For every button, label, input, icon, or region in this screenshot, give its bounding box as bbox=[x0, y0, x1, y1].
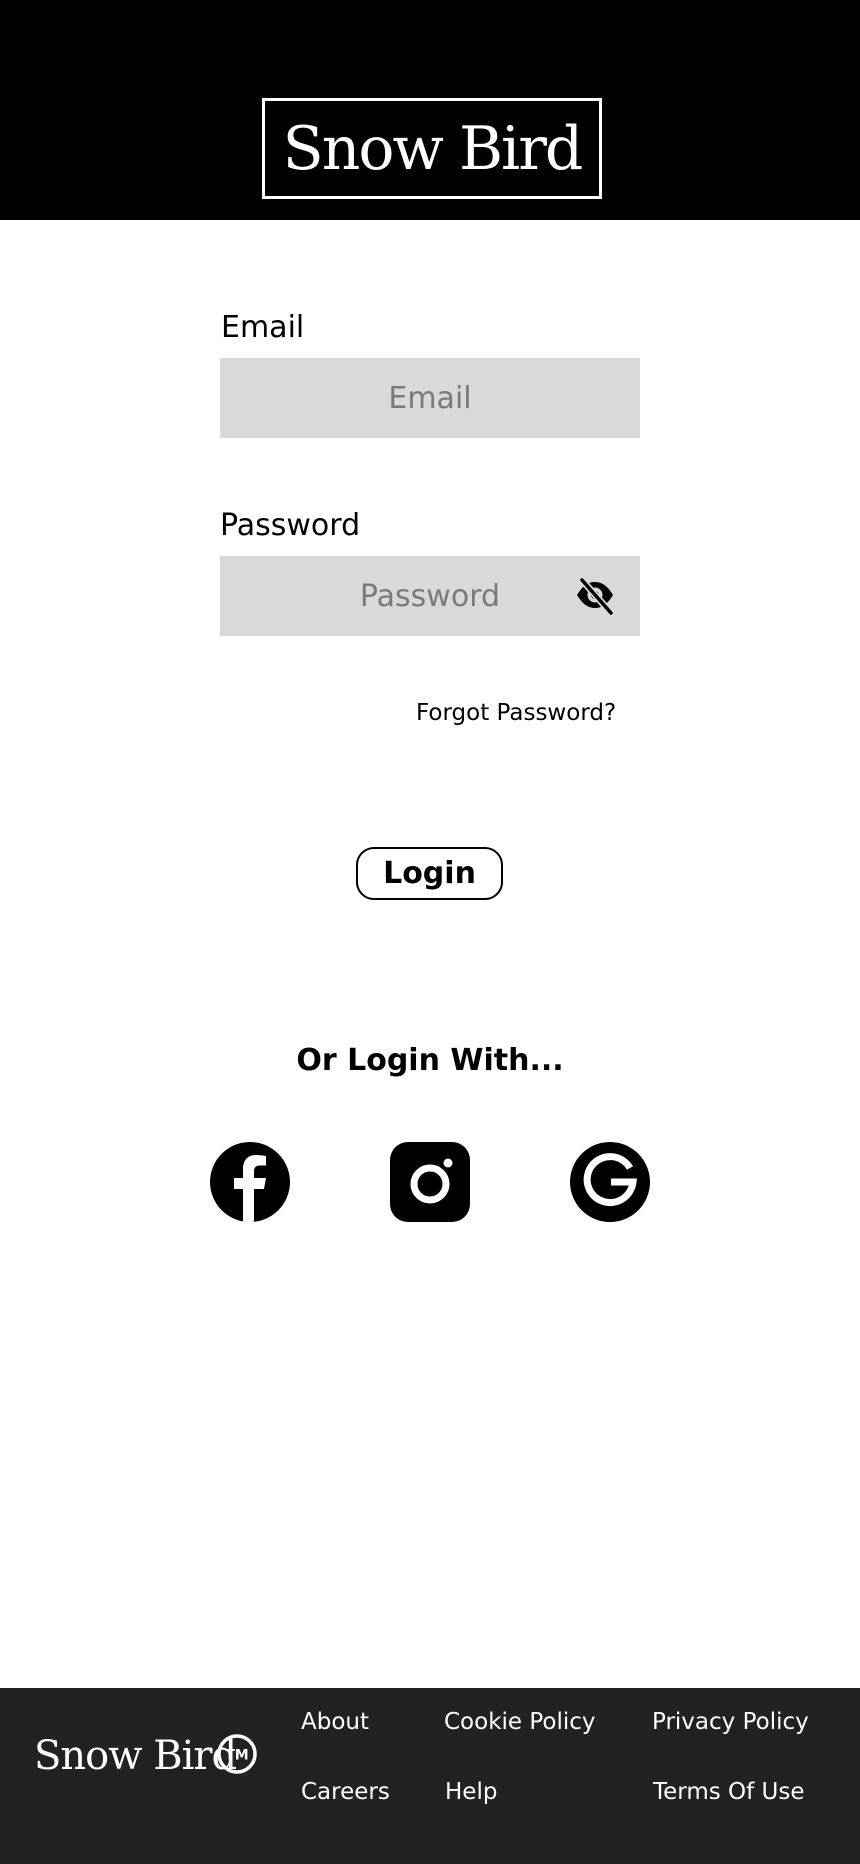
footer-link-careers[interactable]: Careers bbox=[301, 1779, 390, 1805]
eye-off-icon[interactable] bbox=[572, 572, 618, 618]
email-label: Email bbox=[221, 310, 305, 345]
footer-link-help[interactable]: Help bbox=[445, 1779, 497, 1805]
google-login-button[interactable] bbox=[570, 1142, 650, 1222]
trademark-icon: TM bbox=[217, 1734, 257, 1774]
brand-logo: Snow Bird bbox=[262, 98, 602, 199]
forgot-password-link[interactable]: Forgot Password? bbox=[416, 700, 616, 726]
instagram-icon bbox=[390, 1142, 470, 1222]
footer-link-privacy-policy[interactable]: Privacy Policy bbox=[652, 1709, 809, 1735]
footer-logo-text: Snow Bird bbox=[34, 1733, 237, 1779]
google-icon bbox=[570, 1142, 650, 1222]
login-button[interactable]: Login bbox=[356, 847, 503, 900]
trademark-text: TM bbox=[225, 1748, 248, 1764]
facebook-icon bbox=[210, 1142, 290, 1222]
password-label: Password bbox=[220, 508, 361, 543]
footer-link-cookie-policy[interactable]: Cookie Policy bbox=[444, 1709, 596, 1735]
header-bar: Snow Bird bbox=[0, 0, 860, 220]
footer-link-terms-of-use[interactable]: Terms Of Use bbox=[653, 1779, 805, 1805]
footer-link-about[interactable]: About bbox=[301, 1709, 369, 1735]
facebook-login-button[interactable] bbox=[210, 1142, 290, 1222]
instagram-login-button[interactable] bbox=[390, 1142, 470, 1222]
social-login-heading: Or Login With... bbox=[296, 1043, 564, 1078]
email-field[interactable] bbox=[220, 358, 640, 438]
brand-logo-text: Snow Bird bbox=[282, 113, 584, 184]
